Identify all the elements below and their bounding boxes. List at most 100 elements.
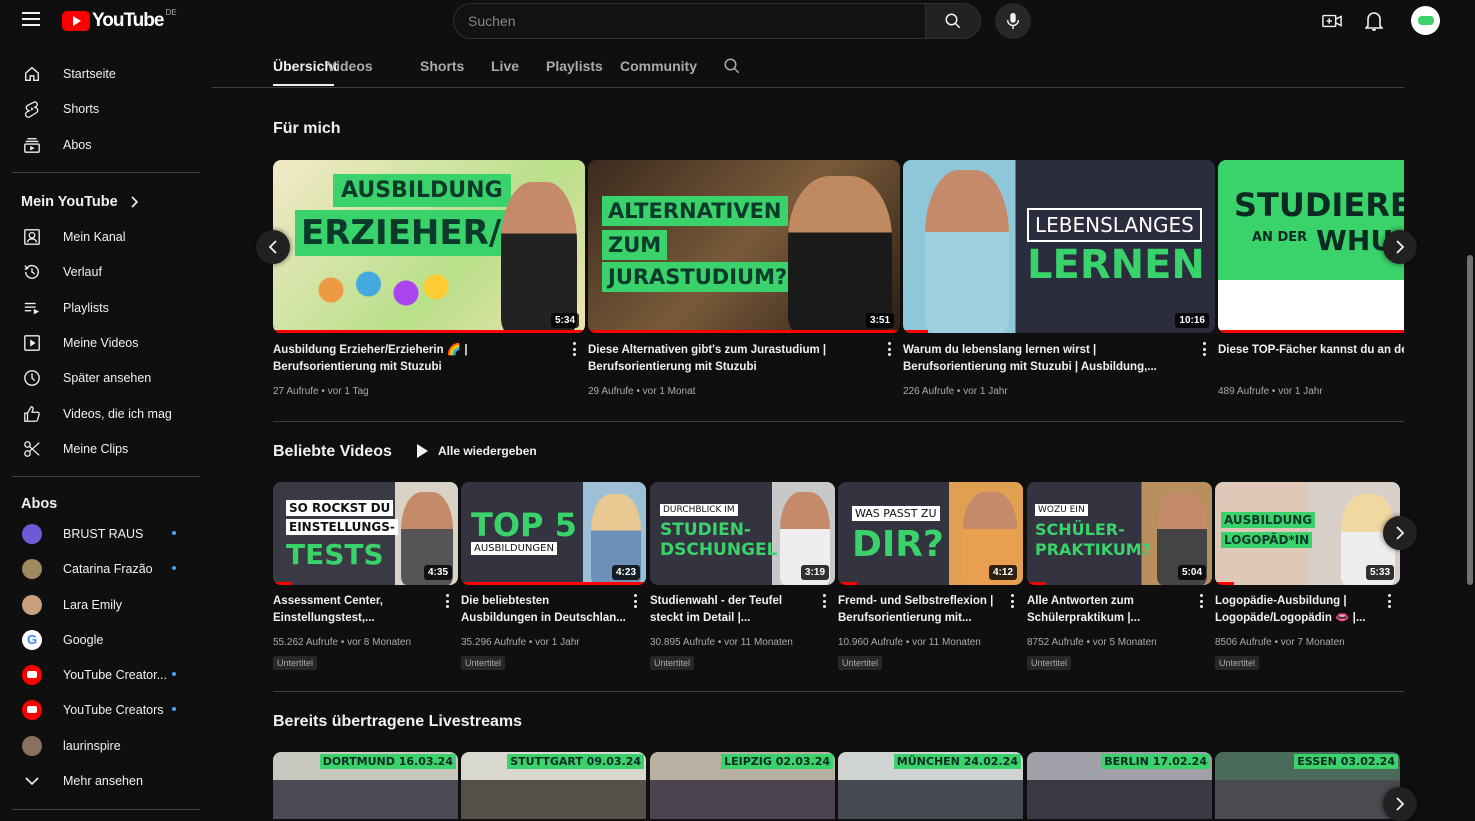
sidebar-item-mein-kanal[interactable]: Mein Kanal bbox=[12, 219, 200, 254]
sidebar-item-abos[interactable]: Abos bbox=[12, 127, 200, 162]
video-title[interactable]: Studienwahl - der Teufel steckt im Detai… bbox=[650, 593, 815, 627]
sidebar-item-label: Meine Videos bbox=[63, 335, 139, 350]
page-scrollbar[interactable] bbox=[1467, 255, 1473, 585]
tab-shorts[interactable]: Shorts bbox=[420, 58, 464, 74]
sidebar-item-meine-videos[interactable]: Meine Videos bbox=[12, 325, 200, 360]
video-title[interactable]: Logopädie-Ausbildung | Logopäde/Logopädi… bbox=[1215, 593, 1380, 627]
more-actions-icon[interactable] bbox=[1387, 594, 1391, 608]
more-actions-icon[interactable] bbox=[887, 342, 891, 356]
search-button[interactable] bbox=[925, 3, 981, 39]
view-count: 489 Aufrufe bbox=[1218, 386, 1270, 397]
livestream-label: LEIPZIG 02.03.24 bbox=[721, 754, 833, 769]
shelf-next-button[interactable] bbox=[1383, 787, 1417, 821]
play-icon bbox=[417, 444, 428, 458]
sidebar-item-meine-clips[interactable]: Meine Clips bbox=[12, 431, 200, 466]
video-thumbnail[interactable]: TOP 5 AUSBILDUNGEN 4:23 bbox=[461, 482, 646, 585]
notifications-button[interactable] bbox=[1362, 9, 1386, 33]
video-thumbnail[interactable]: SO ROCKST DU EINSTELLUNGS- TESTS 4:35 bbox=[273, 482, 458, 585]
video-meta: 27 Aufrufe • vor 1 Tag bbox=[273, 386, 369, 397]
top-bar: YouTube DE Suchen bbox=[0, 0, 1475, 42]
sidebar-sub-lara-emily[interactable]: Lara Emily bbox=[12, 587, 200, 622]
sidebar-item-label: YouTube Creator... bbox=[63, 667, 168, 682]
sidebar-item-liked-videos[interactable]: Videos, die ich mag bbox=[12, 396, 200, 431]
youtube-logo-icon bbox=[62, 11, 90, 31]
video-thumbnail[interactable]: WAS PASST ZU DIR? 4:12 bbox=[838, 482, 1023, 585]
more-actions-icon[interactable] bbox=[1199, 594, 1203, 608]
upload-age: vor 1 Tag bbox=[327, 386, 369, 397]
video-thumbnail[interactable]: ESSEN 03.02.24 bbox=[1215, 752, 1400, 819]
tab-community[interactable]: Community bbox=[620, 58, 697, 74]
sidebar-item-startseite[interactable]: Startseite bbox=[12, 56, 200, 91]
video-title[interactable]: Alle Antworten zum Schülerpraktikum |... bbox=[1027, 593, 1192, 627]
video-thumbnail[interactable]: DURCHBLICK IM STUDIEN- DSCHUNGEL 3:19 bbox=[650, 482, 835, 585]
tab-videos[interactable]: Videos bbox=[327, 58, 373, 74]
thumbnail-text: JURASTUDIUM? bbox=[602, 262, 794, 292]
menu-icon[interactable] bbox=[22, 12, 40, 26]
shelf-next-button[interactable] bbox=[1383, 516, 1417, 550]
subtitles-badge: Untertitel bbox=[650, 656, 695, 670]
watch-progress-bar bbox=[588, 330, 900, 333]
video-thumbnail[interactable]: BERLIN 17.02.24 bbox=[1027, 752, 1212, 819]
tab-live[interactable]: Live bbox=[491, 58, 519, 74]
video-title[interactable]: Warum du lebenslang lernen wirst | Beruf… bbox=[903, 342, 1193, 376]
more-actions-icon[interactable] bbox=[633, 594, 637, 608]
video-thumbnail[interactable]: WOZU EIN SCHÜLER- PRAKTIKUM? 5:04 bbox=[1027, 482, 1212, 585]
more-actions-icon[interactable] bbox=[572, 342, 576, 356]
video-thumbnail[interactable]: ALTERNATIVEN ZUM JURASTUDIUM? 3:51 bbox=[588, 160, 900, 333]
view-count: 30.895 Aufrufe bbox=[650, 637, 716, 648]
more-actions-icon[interactable] bbox=[822, 594, 826, 608]
video-thumbnail[interactable]: STUDIEREN AN DER WHU bbox=[1218, 160, 1404, 333]
sidebar-item-verlauf[interactable]: Verlauf bbox=[12, 254, 200, 289]
sidebar-item-label: Mehr ansehen bbox=[63, 773, 143, 788]
sidebar-item-label: BRUST RAUS bbox=[63, 526, 144, 541]
sidebar-item-spaeter-ansehen[interactable]: Später ansehen bbox=[12, 360, 200, 395]
tab-playlists[interactable]: Playlists bbox=[546, 58, 603, 74]
video-thumbnail[interactable]: LEBENSLANGES LERNEN 10:16 bbox=[903, 160, 1215, 333]
view-count: 35.296 Aufrufe bbox=[461, 637, 527, 648]
sidebar-sub-youtube-creator[interactable]: YouTube Creator... bbox=[12, 657, 200, 692]
video-thumbnail[interactable]: MÜNCHEN 24.02.24 bbox=[838, 752, 1023, 819]
play-all-button[interactable]: Alle wiedergeben bbox=[417, 444, 537, 458]
sidebar-sub-brust-raus[interactable]: BRUST RAUS bbox=[12, 516, 200, 551]
sidebar-sub-catarina[interactable]: Catarina Frazão bbox=[12, 551, 200, 586]
sidebar-sub-google[interactable]: G Google bbox=[12, 622, 200, 657]
video-title[interactable]: Fremd- und Selbstreflexion | Berufsorien… bbox=[838, 593, 1003, 627]
search-input[interactable]: Suchen bbox=[453, 3, 925, 39]
more-actions-icon[interactable] bbox=[1202, 342, 1206, 356]
account-avatar[interactable] bbox=[1411, 6, 1440, 35]
sidebar-item-playlists[interactable]: Playlists bbox=[12, 290, 200, 325]
video-thumbnail[interactable]: DORTMUND 16.03.24 bbox=[273, 752, 458, 819]
shelf-next-button[interactable] bbox=[1383, 230, 1417, 264]
thumbnail-text: WOZU EIN bbox=[1035, 504, 1088, 516]
video-title[interactable]: Die beliebtesten Ausbildungen in Deutsch… bbox=[461, 593, 626, 627]
more-actions-icon[interactable] bbox=[445, 594, 449, 608]
video-thumbnail[interactable]: LEIPZIG 02.03.24 bbox=[650, 752, 835, 819]
sidebar-sub-laurinspire[interactable]: laurinspire bbox=[12, 728, 200, 763]
channel-avatar bbox=[21, 523, 43, 545]
my-youtube-heading[interactable]: Mein YouTube bbox=[21, 194, 138, 210]
channel-search-icon[interactable] bbox=[723, 57, 741, 80]
more-actions-icon[interactable] bbox=[1010, 594, 1014, 608]
view-count: 27 Aufrufe bbox=[273, 386, 319, 397]
video-thumbnail[interactable]: AUSBILDUNG LOGOPÄD*IN 5:33 bbox=[1215, 482, 1400, 585]
video-title[interactable]: Diese Alternativen gibt's zum Jurastudiu… bbox=[588, 342, 878, 376]
sidebar-item-shorts[interactable]: Shorts bbox=[12, 91, 200, 126]
sidebar-item-label: Google bbox=[63, 632, 104, 647]
new-content-dot bbox=[172, 672, 176, 676]
youtube-logo[interactable]: YouTube DE bbox=[62, 8, 177, 32]
create-button[interactable] bbox=[1320, 9, 1344, 33]
video-thumbnail[interactable]: AUSBILDUNG ERZIEHER/IN 5:34 bbox=[273, 160, 585, 333]
video-title[interactable]: Ausbildung Erzieher/Erzieherin 🌈 | Beruf… bbox=[273, 342, 563, 376]
video-title[interactable]: Diese TOP-Fächer kannst du an de Stuzubi… bbox=[1218, 342, 1404, 376]
sidebar-item-label: Shorts bbox=[63, 101, 100, 116]
shelf-prev-button[interactable] bbox=[256, 230, 290, 264]
voice-search-button[interactable] bbox=[995, 3, 1031, 39]
youtube-icon bbox=[21, 699, 43, 721]
sidebar-sub-youtube-creators[interactable]: YouTube Creators bbox=[12, 692, 200, 727]
sidebar-show-more[interactable]: Mehr ansehen bbox=[12, 763, 200, 798]
video-title[interactable]: Assessment Center, Einstellungstest,... bbox=[273, 593, 438, 627]
presenter-image bbox=[925, 170, 1009, 333]
video-thumbnail[interactable]: STUTTGART 09.03.24 bbox=[461, 752, 646, 819]
thumbnail-text: DURCHBLICK IM bbox=[660, 504, 738, 516]
thumbnail-text: TESTS bbox=[286, 538, 384, 571]
